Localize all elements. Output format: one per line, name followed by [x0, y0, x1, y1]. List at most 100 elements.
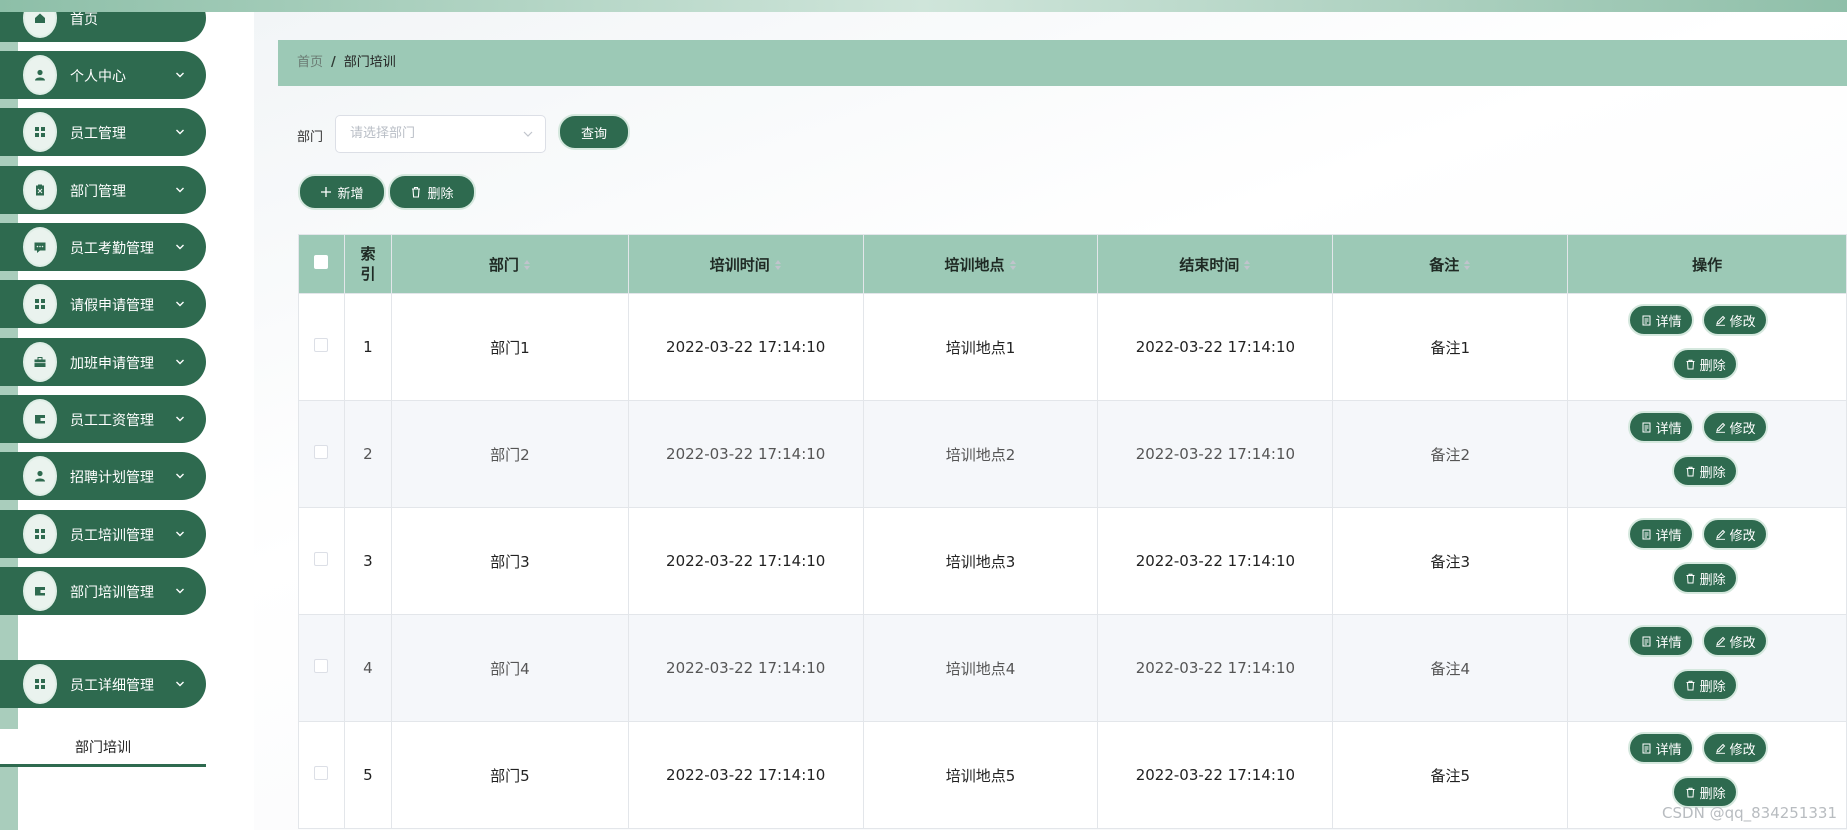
wallet-icon	[35, 415, 45, 424]
sidebar-item-label: 员工考勤管理	[70, 241, 154, 257]
sidebar-item-11[interactable]: 部门培训管理	[0, 567, 206, 615]
delete-button-label: 删除	[1699, 572, 1726, 588]
chevron-down-icon	[176, 588, 184, 594]
detail-button[interactable]: 详情	[1628, 411, 1695, 443]
sidebar-item-7[interactable]: 加班申请管理	[0, 338, 206, 386]
row-checkbox[interactable]	[314, 766, 329, 780]
sidebar-item-label: 员工管理	[70, 126, 126, 142]
cell-end-time: 2022-03-22 17:14:10	[1097, 721, 1334, 829]
sort-icon[interactable]	[1463, 259, 1471, 271]
chevron-down-icon	[523, 131, 533, 137]
sidebar-icon-badge	[20, 167, 60, 213]
edit-button[interactable]: 修改	[1702, 625, 1769, 657]
edit-button[interactable]: 修改	[1702, 411, 1769, 443]
sidebar-icon-badge	[20, 281, 60, 327]
breadcrumb-home[interactable]: 首页	[297, 55, 323, 70]
delete-button-label: 删除	[1699, 786, 1726, 802]
row-select-cell[interactable]	[298, 400, 345, 508]
sidebar-item-5[interactable]: 员工考勤管理	[0, 223, 206, 271]
header-department[interactable]: 部门	[390, 234, 629, 294]
query-button[interactable]: 查询	[558, 114, 630, 150]
chevron-down-icon	[176, 473, 184, 479]
sidebar-item-10[interactable]: 员工培训管理	[0, 510, 206, 558]
header-training-time[interactable]: 培训时间	[627, 234, 864, 294]
delete-button-label: 删除	[1699, 465, 1726, 481]
document-icon	[1642, 529, 1651, 539]
sidebar-item-6[interactable]: 请假申请管理	[0, 280, 206, 328]
delete-button[interactable]: 删除	[1672, 455, 1739, 487]
row-select-cell[interactable]	[298, 614, 345, 722]
edit-button[interactable]: 修改	[1702, 732, 1769, 764]
sidebar-item-3[interactable]: 员工管理	[0, 108, 206, 156]
edit-button[interactable]: 修改	[1702, 304, 1769, 336]
department-filter-label: 部门	[297, 130, 324, 145]
table-row[interactable]: 4 部门4 2022-03-22 17:14:10 培训地点4 2022-03-22 1…	[298, 614, 1847, 722]
header-select-all[interactable]	[298, 234, 345, 294]
detail-button[interactable]: 详情	[1628, 518, 1695, 550]
chevron-down-icon	[176, 531, 184, 537]
row-checkbox[interactable]	[314, 552, 329, 566]
sort-icon[interactable]	[1243, 259, 1251, 271]
table-row[interactable]: 5 部门5 2022-03-22 17:14:10 培训地点5 2022-03-22 1…	[298, 721, 1847, 829]
cell-index: 3	[343, 507, 392, 615]
sidebar: 首页个人中心员工管理部门管理员工考勤管理请假申请管理 加班申请管理 员工工资管理 招聘…	[0, 12, 236, 830]
sidebar-item-1[interactable]: 首页	[0, 12, 206, 42]
trash-icon	[412, 186, 421, 198]
chevron-down-icon	[176, 301, 184, 307]
cell-index: 4	[343, 614, 392, 722]
sidebar-item-12[interactable]: 员工详细管理	[0, 660, 206, 708]
select-all-checkbox[interactable]	[314, 255, 329, 269]
delete-button[interactable]: 删除	[1672, 348, 1739, 380]
header-end-time[interactable]: 结束时间	[1097, 234, 1334, 294]
row-select-cell[interactable]	[298, 293, 345, 401]
sort-icon[interactable]	[1009, 259, 1017, 271]
delete-button[interactable]: 删除	[1672, 669, 1739, 701]
edit-button-label: 修改	[1729, 421, 1756, 437]
row-checkbox[interactable]	[314, 338, 329, 352]
cell-operations: 详情 修改删除	[1567, 507, 1847, 615]
add-button[interactable]: 新增	[298, 174, 386, 210]
cell-index: 1	[343, 293, 392, 401]
sidebar-icon-badge	[20, 52, 60, 98]
sidebar-item-9[interactable]: 招聘计划管理	[0, 452, 206, 500]
edit-button[interactable]: 修改	[1702, 518, 1769, 550]
bulk-delete-button-label: 删除	[427, 186, 454, 202]
department-select[interactable]: 请选择部门	[335, 115, 546, 153]
cell-department: 部门4	[390, 614, 629, 722]
cell-training-time: 2022-03-22 17:14:10	[627, 614, 864, 722]
detail-button[interactable]: 详情	[1628, 732, 1695, 764]
header-remark-label: 备注	[1429, 255, 1460, 274]
chevron-down-icon	[176, 359, 184, 365]
table-row[interactable]: 3 部门3 2022-03-22 17:14:10 培训地点3 2022-03-22 1…	[298, 507, 1847, 615]
sidebar-item-2[interactable]: 个人中心	[0, 51, 206, 99]
table-row[interactable]: 2 部门2 2022-03-22 17:14:10 培训地点2 2022-03-22 1…	[298, 400, 1847, 508]
edit-button-label: 修改	[1729, 742, 1756, 758]
wallet-icon	[35, 587, 45, 596]
cell-training-time: 2022-03-22 17:14:10	[627, 721, 864, 829]
table-row[interactable]: 1 部门1 2022-03-22 17:14:10 培训地点1 2022-03-22 1…	[298, 293, 1847, 401]
row-checkbox[interactable]	[314, 445, 329, 459]
sidebar-item-4[interactable]: 部门管理	[0, 166, 206, 214]
cell-location: 培训地点3	[862, 507, 1099, 615]
detail-button[interactable]: 详情	[1628, 625, 1695, 657]
sort-icon[interactable]	[774, 259, 782, 271]
header-location[interactable]: 培训地点	[862, 234, 1099, 294]
sidebar-icon-badge	[20, 339, 60, 385]
cell-remark: 备注1	[1332, 293, 1569, 401]
header-training-time-label: 培训时间	[709, 255, 770, 274]
submenu-item-department-training[interactable]: 部门培训	[0, 729, 206, 767]
row-select-cell[interactable]	[298, 507, 345, 615]
sort-icon[interactable]	[523, 259, 531, 271]
row-select-cell[interactable]	[298, 721, 345, 829]
delete-button[interactable]: 删除	[1672, 562, 1739, 594]
bulk-delete-button[interactable]: 删除	[388, 174, 476, 210]
detail-button[interactable]: 详情	[1628, 304, 1695, 336]
query-button-label: 查询	[580, 126, 607, 142]
grid-icon	[35, 679, 45, 689]
document-icon	[1642, 422, 1651, 432]
header-remark[interactable]: 备注	[1332, 234, 1569, 294]
grid-icon	[35, 127, 45, 137]
row-checkbox[interactable]	[314, 659, 329, 673]
sidebar-item-8[interactable]: 员工工资管理	[0, 395, 206, 443]
sidebar-item-label: 首页	[70, 12, 98, 28]
